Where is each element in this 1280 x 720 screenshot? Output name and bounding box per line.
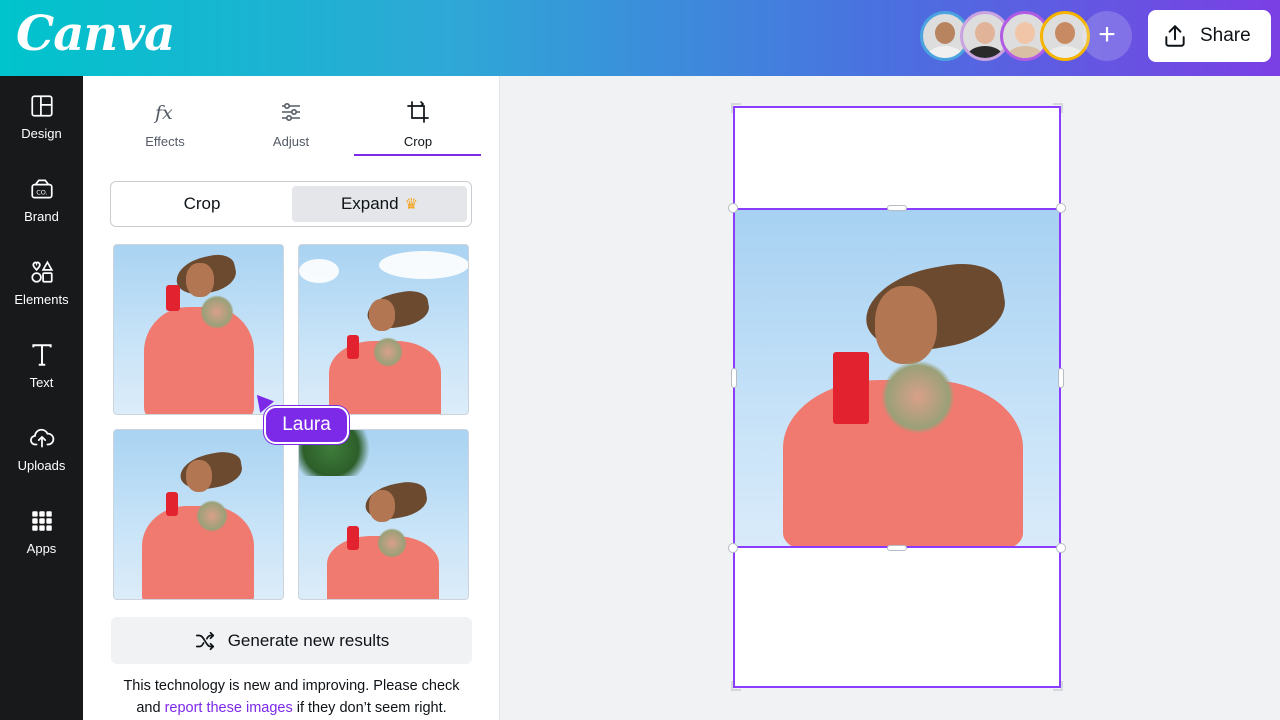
rail-item-brand[interactable]: CO. Brand <box>0 176 83 246</box>
crop-expand-toggle: Crop Expand ♛ <box>110 181 472 227</box>
resize-handle[interactable] <box>1058 368 1064 388</box>
share-upload-icon <box>1165 25 1185 47</box>
tab-effects[interactable]: fx Effects <box>102 100 228 149</box>
generate-label: Generate new results <box>227 630 390 650</box>
rail-item-design[interactable]: Design <box>0 93 83 163</box>
selected-image[interactable] <box>733 208 1061 548</box>
crown-icon: ♛ <box>404 196 419 213</box>
apps-icon <box>31 511 52 531</box>
page-corner <box>731 103 741 113</box>
crop-icon <box>407 101 429 123</box>
resize-handle[interactable] <box>728 543 738 553</box>
tab-label: Adjust <box>272 134 310 149</box>
rail-item-text[interactable]: Text <box>0 342 83 412</box>
rail-item-label: Design <box>21 126 62 141</box>
tab-crop[interactable]: Crop <box>355 100 481 149</box>
rail-item-label: Uploads <box>17 458 66 473</box>
crop-option[interactable]: Crop <box>115 186 289 222</box>
active-tab-indicator <box>354 154 481 156</box>
expand-option[interactable]: Expand ♛ <box>292 186 467 222</box>
result-thumbnail[interactable] <box>113 244 284 415</box>
svg-text:fx: fx <box>153 102 173 124</box>
resize-handle[interactable] <box>887 205 907 211</box>
rail-item-label: Text <box>29 375 54 390</box>
tab-label: Effects <box>145 134 185 149</box>
expand-label: Expand <box>340 194 399 213</box>
add-collaborator-button[interactable]: + <box>1082 11 1132 61</box>
tab-label: Crop <box>403 134 433 149</box>
report-images-link[interactable]: report these images <box>165 700 293 716</box>
canva-logo[interactable]: Canva <box>16 6 175 62</box>
sliders-icon <box>282 102 300 122</box>
collaborator-name-tag: Laura <box>264 406 349 444</box>
result-thumbnail[interactable] <box>298 429 469 600</box>
rail-item-uploads[interactable]: Uploads <box>0 425 83 495</box>
page-corner <box>1053 103 1063 113</box>
generate-new-results-button[interactable]: Generate new results <box>111 617 472 664</box>
resize-handle[interactable] <box>1056 203 1066 213</box>
elements-icon <box>30 260 53 283</box>
rail-item-label: Apps <box>26 541 57 556</box>
svg-text:CO.: CO. <box>36 188 47 196</box>
rail-item-label: Brand <box>24 209 59 224</box>
rail-item-apps[interactable]: Apps <box>0 508 83 578</box>
resize-handle[interactable] <box>1056 543 1066 553</box>
layout-icon <box>30 95 53 117</box>
text-icon <box>31 344 52 366</box>
rail-item-label: Elements <box>14 292 69 307</box>
side-rail: Design CO. Brand Elements Text Uploads A… <box>0 76 83 720</box>
top-bar: Canva + Share <box>0 0 1280 76</box>
upload-icon <box>29 428 54 448</box>
tab-adjust[interactable]: Adjust <box>228 100 354 149</box>
fx-icon: fx <box>153 102 173 124</box>
page-corner <box>731 681 741 691</box>
resize-handle[interactable] <box>887 545 907 551</box>
resize-handle[interactable] <box>728 203 738 213</box>
shuffle-icon <box>195 631 214 650</box>
resize-handle[interactable] <box>731 368 737 388</box>
brand-icon: CO. <box>30 179 53 199</box>
page-corner <box>1053 681 1063 691</box>
ai-disclaimer: This technology is new and improving. Pl… <box>123 678 460 716</box>
collaborator-avatars <box>920 11 1090 63</box>
rail-item-elements[interactable]: Elements <box>0 259 83 329</box>
result-thumbnail[interactable] <box>113 429 284 600</box>
share-label: Share <box>1200 25 1251 46</box>
result-thumbnail[interactable] <box>298 244 469 415</box>
share-button[interactable]: Share <box>1148 10 1271 62</box>
